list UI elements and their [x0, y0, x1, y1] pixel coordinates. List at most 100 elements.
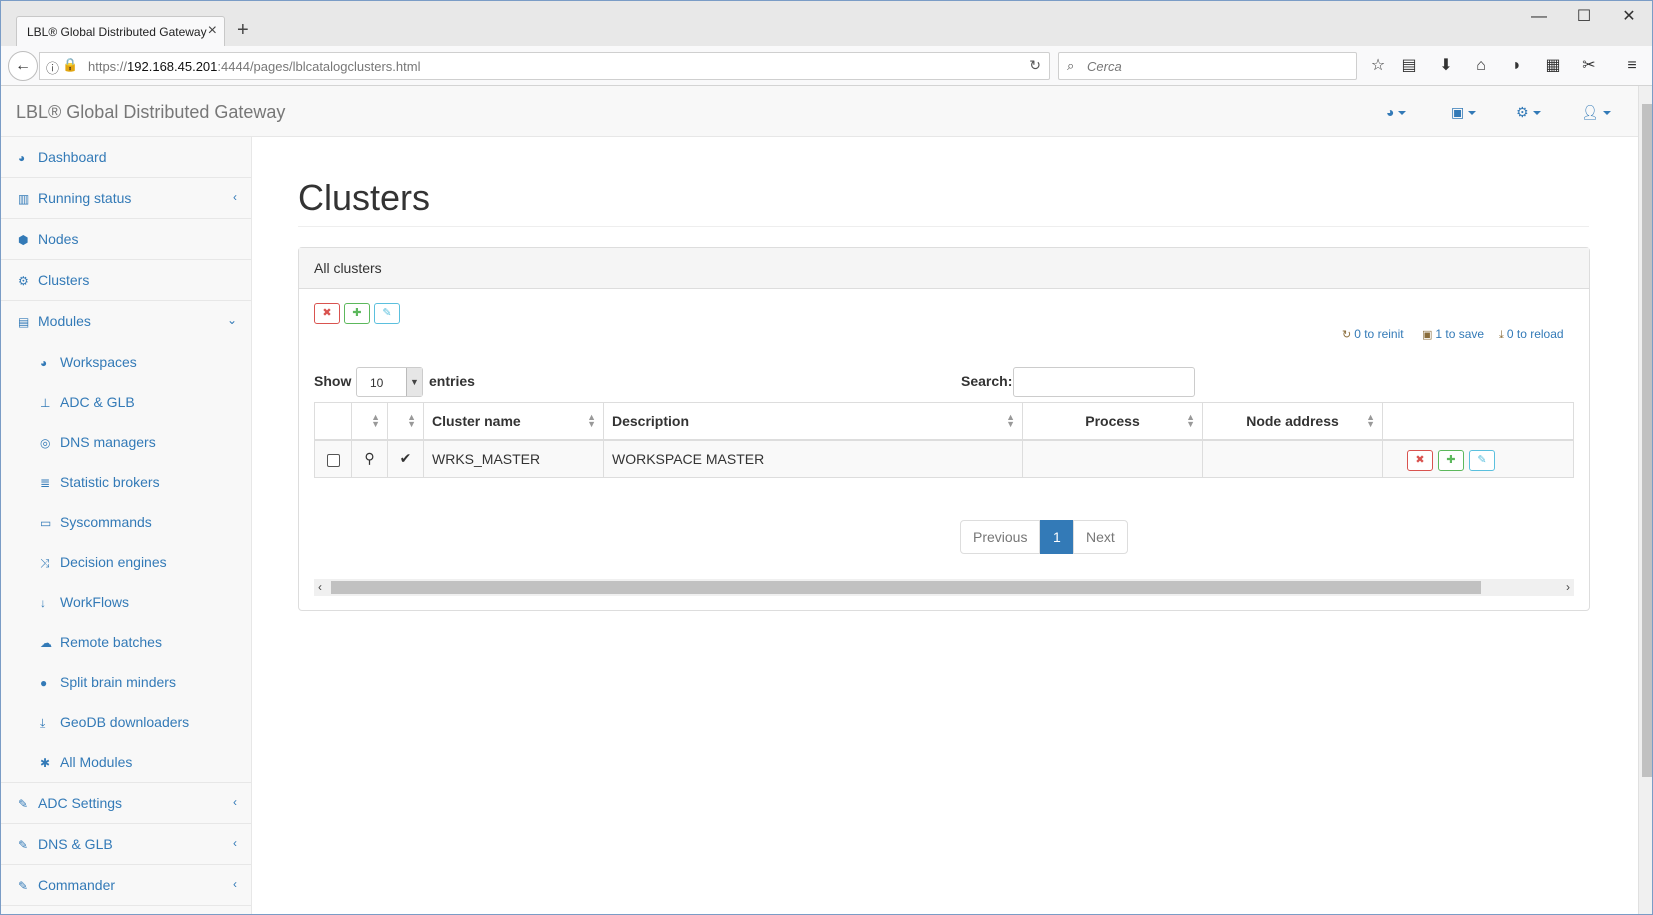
header-cluster-name[interactable]: Cluster name ▲ ▼: [423, 402, 604, 441]
header-process[interactable]: Process ▲ ▼: [1022, 402, 1203, 441]
scrollbar-thumb[interactable]: [331, 581, 1481, 594]
brand-title[interactable]: LBL® Global Distributed Gateway: [16, 102, 285, 123]
add-button[interactable]: ✚: [344, 303, 370, 324]
user-icon: 👤︎: [1581, 104, 1599, 120]
page-scrollbar[interactable]: [1638, 86, 1652, 914]
table-search-input[interactable]: [1013, 367, 1195, 397]
sidebar-item-running-status[interactable]: ▥ Running status ‹: [1, 178, 251, 219]
new-tab-icon[interactable]: +: [237, 20, 249, 40]
reading-list-icon[interactable]: ▤: [1398, 55, 1420, 77]
row-delete-button[interactable]: ✖: [1407, 449, 1433, 471]
sort-alpha-icon: ↓: [40, 596, 46, 610]
scroll-right-icon[interactable]: ›: [1566, 580, 1570, 594]
sidebar-item-clusters[interactable]: ⚙ Clusters: [1, 260, 251, 301]
laptop-icon: ▭: [40, 516, 52, 530]
save-link[interactable]: ▣ 1 to save: [1422, 327, 1484, 341]
sidebar-subitem-label: All Modules: [60, 754, 133, 770]
info-icon[interactable]: ⓘ: [46, 58, 59, 77]
maximize-icon[interactable]: ☐: [1569, 7, 1599, 31]
sidebar-subitem-geodb-downloaders[interactable]: ⤓ GeoDB downloaders: [1, 702, 251, 742]
sidebar-subitem-workflows[interactable]: ↓ WorkFlows: [1, 582, 251, 622]
menu-icon[interactable]: ≡: [1621, 55, 1643, 77]
sidebar-subitem-split-brain-minders[interactable]: ● Split brain minders: [1, 662, 251, 702]
scroll-left-icon[interactable]: ‹: [318, 580, 322, 594]
insecure-lock-icon[interactable]: 🔒: [62, 57, 78, 73]
edit-button[interactable]: ✎: [374, 303, 400, 324]
pocket-icon[interactable]: ◗: [1506, 55, 1528, 77]
plus-icon: ✚: [352, 307, 362, 319]
browser-window: LBL® Global Distributed Gateway × + — ☐ …: [0, 0, 1653, 915]
sidebar-item-nodes[interactable]: ⬢ Nodes: [1, 219, 251, 260]
screenshot-icon[interactable]: ✂: [1578, 55, 1600, 77]
sidebar-subitem-label: Syscommands: [60, 514, 152, 530]
clusters-panel: All clusters ✖ ✚ ✎ ↻ 0 to reinit ▣ 1 to sa…: [298, 247, 1590, 611]
sidebar-subitem-decision-engines[interactable]: ⤨ Decision engines: [1, 542, 251, 582]
sidebar-item-dashboard[interactable]: ◕ Dashboard: [1, 137, 251, 178]
header-location[interactable]: ▲ ▼: [351, 402, 388, 441]
dashboard-icon: ◕: [18, 151, 26, 165]
reload-link[interactable]: ⤓ 0 to reload: [1499, 327, 1564, 342]
row-add-button[interactable]: ✚: [1438, 449, 1464, 471]
minimize-icon[interactable]: —: [1524, 7, 1554, 31]
sidebar-subitem-label: ADC & GLB: [60, 394, 135, 410]
sidebar-subitem-statistic-brokers[interactable]: ≣ Statistic brokers: [1, 462, 251, 502]
url-bar[interactable]: ⓘ 🔒 https://192.168.45.201:4444/pages/lb…: [39, 52, 1050, 80]
sidebar-subitem-remote-batches[interactable]: ☁ Remote batches: [1, 622, 251, 662]
sort-icon: ▲ ▼: [407, 412, 416, 429]
page-1-button[interactable]: 1: [1040, 520, 1074, 554]
sidebar-subitem-dns-managers[interactable]: ◎ DNS managers: [1, 422, 251, 462]
dashboard-menu-toggle[interactable]: ◕: [1386, 104, 1407, 120]
chevron-left-icon: ‹: [233, 190, 237, 204]
reinit-link[interactable]: ↻ 0 to reinit: [1342, 327, 1404, 341]
sidebar-subitem-label: WorkFlows: [60, 594, 129, 610]
save-menu-toggle[interactable]: ▣: [1451, 104, 1477, 121]
sidebar-subitem-workspaces[interactable]: ◕ Workspaces: [1, 342, 251, 382]
title-bar: LBL® Global Distributed Gateway × + — ☐ …: [1, 1, 1652, 46]
header-description[interactable]: Description ▲ ▼: [603, 402, 1023, 441]
sidebar-subitem-all-modules[interactable]: ✱ All Modules: [1, 742, 251, 782]
caret-down-icon: [1532, 111, 1541, 116]
previous-page-button[interactable]: Previous: [960, 520, 1041, 554]
row-description: WORKSPACE MASTER: [603, 439, 1023, 478]
sidebar-subitem-adc-glb[interactable]: ⊥ ADC & GLB: [1, 382, 251, 422]
row-checkbox[interactable]: [326, 453, 340, 467]
next-page-button[interactable]: Next: [1073, 520, 1128, 554]
gear-icon: ⚙: [1516, 104, 1529, 120]
extension-icon[interactable]: ▦: [1542, 55, 1564, 77]
header-node-address[interactable]: Node address ▲ ▼: [1202, 402, 1383, 441]
delete-button[interactable]: ✖: [314, 303, 340, 324]
settings-menu-toggle[interactable]: ⚙: [1516, 104, 1541, 121]
sidebar-subitem-syscommands[interactable]: ▭ Syscommands: [1, 502, 251, 542]
close-window-icon[interactable]: ✕: [1614, 7, 1644, 31]
caret-down-icon: [1468, 111, 1477, 116]
sidebar-item-dns-glb[interactable]: ✎ DNS & GLB ‹: [1, 824, 251, 865]
download-icon: ⤓: [1499, 329, 1504, 341]
edit-icon: ✎: [1477, 453, 1487, 466]
download-icon[interactable]: ⬇: [1435, 55, 1457, 77]
header-status[interactable]: ▲ ▼: [387, 402, 424, 441]
reload-icon[interactable]: ↻: [1029, 57, 1041, 74]
scrollbar-thumb[interactable]: [1642, 104, 1652, 777]
sidebar-item-adc-settings[interactable]: ✎ ADC Settings ‹: [1, 783, 251, 824]
back-arrow-icon[interactable]: ←: [8, 51, 38, 81]
browser-tab[interactable]: LBL® Global Distributed Gateway ×: [16, 16, 225, 46]
sidebar-item-modules[interactable]: ▤ Modules ⌄: [1, 301, 251, 342]
browser-search-input[interactable]: ⌕ Cerca: [1058, 52, 1357, 80]
caret-down-icon: [1602, 111, 1611, 116]
entries-select[interactable]: 10 ▼: [356, 367, 423, 397]
bookmark-star-icon[interactable]: ☆: [1367, 55, 1389, 77]
sidebar-item-commander[interactable]: ✎ Commander ‹: [1, 865, 251, 906]
close-icon: ✖: [322, 307, 332, 319]
row-edit-button[interactable]: ✎: [1469, 449, 1495, 471]
row-location-cell: ⚲: [351, 439, 388, 478]
chevron-down-icon[interactable]: ▼: [406, 368, 422, 396]
close-tab-icon[interactable]: ×: [208, 22, 217, 40]
header-select: [314, 402, 352, 441]
user-menu-toggle[interactable]: 👤︎: [1581, 104, 1611, 121]
home-icon[interactable]: ⌂: [1470, 55, 1492, 77]
sidebar-subitem-label: GeoDB downloaders: [60, 714, 190, 730]
map-marker-icon[interactable]: ⚲: [364, 450, 374, 466]
row-actions-cell: ✖ ✚ ✎: [1382, 439, 1574, 478]
table-horizontal-scrollbar[interactable]: ‹ ›: [314, 579, 1574, 596]
random-icon: ⤨: [40, 556, 50, 570]
